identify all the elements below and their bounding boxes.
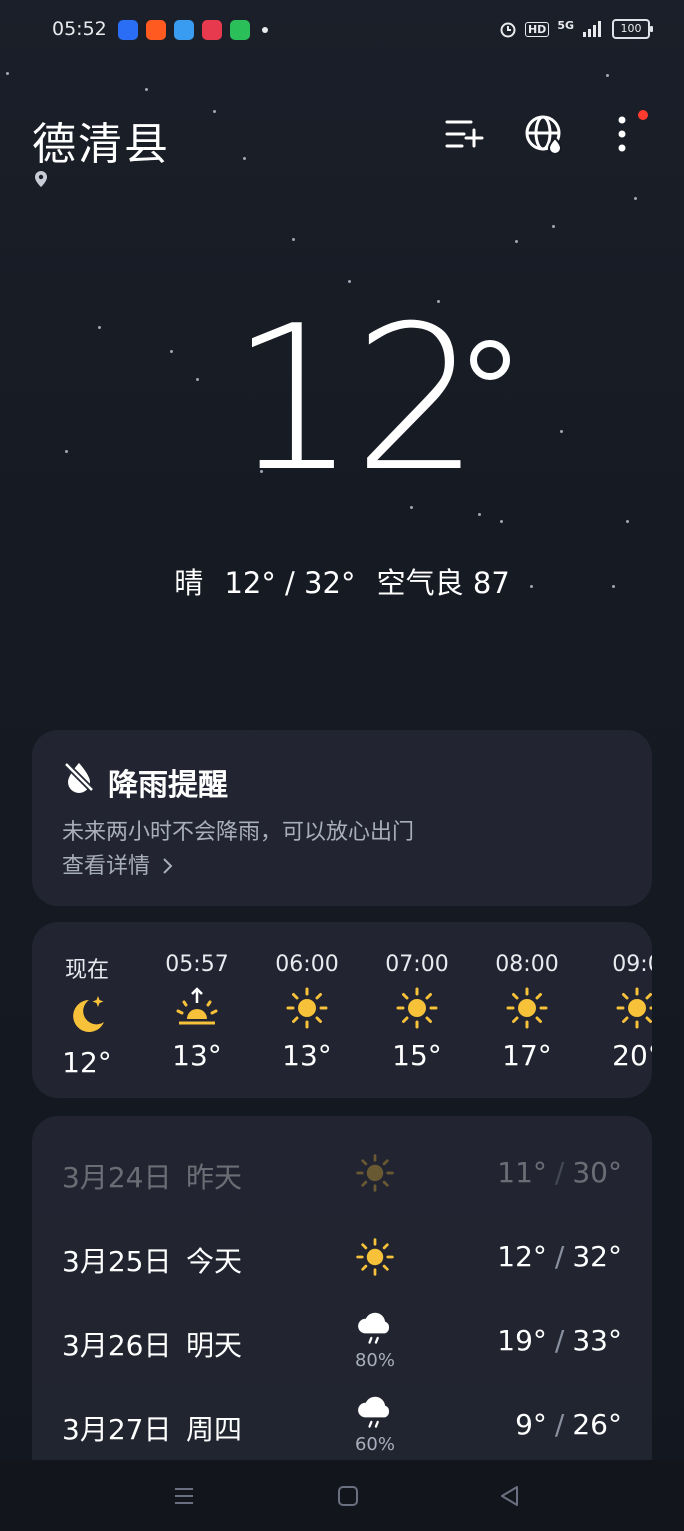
health-app-icon <box>202 20 222 40</box>
alarm-icon <box>500 22 516 38</box>
moon-star-icon <box>73 996 104 1032</box>
day-date: 3月24日 <box>62 1161 172 1194</box>
network-5g-label: 5G <box>557 19 574 32</box>
day-temp-range: 12°/32° <box>497 1240 622 1273</box>
degree-icon <box>470 340 510 380</box>
more-menu-icon <box>618 116 626 152</box>
no-rain-icon <box>63 761 95 793</box>
rain-alert-title: 降雨提醒 <box>108 768 228 803</box>
day-high: 33° <box>572 1324 622 1357</box>
status-indicators: HD 5G 100 <box>499 19 653 39</box>
day-temp-range: 9°/26° <box>515 1408 622 1441</box>
day-name: 今天 <box>186 1245 243 1278</box>
day-low: 12° <box>497 1240 547 1273</box>
cloud-rain-icon <box>358 1312 390 1344</box>
hour-time: 07:00 <box>385 952 449 977</box>
hour-temp: 12° <box>62 1046 112 1079</box>
hour-temp: 13° <box>172 1039 222 1072</box>
location-pin-icon <box>35 171 47 187</box>
more-menu-button[interactable] <box>600 112 644 156</box>
gift-app-icon <box>230 20 250 40</box>
day-temp-range: 11°/30° <box>497 1156 622 1189</box>
day-name: 周四 <box>186 1413 243 1446</box>
hour-temp: 15° <box>392 1039 442 1072</box>
cloud-rain-icon <box>358 1396 390 1428</box>
baidu-app-icon <box>118 20 138 40</box>
daily-forecast-card[interactable]: 3月24日 昨天 11°/30° 3月25日 今天 12°/32° 3月26日 … <box>32 1116 652 1460</box>
sun-icon <box>286 987 328 1029</box>
day-date: 3月27日 <box>62 1413 172 1446</box>
rain-alert-card[interactable]: 降雨提醒 未来两小时不会降雨，可以放心出门 查看详情 <box>32 730 652 906</box>
browser-app-icon <box>174 20 194 40</box>
status-bar: 05:52 HD 5G 100 <box>0 18 684 44</box>
current-temperature: 12 <box>230 283 480 516</box>
weather-condition: 晴 <box>174 566 204 600</box>
globe-weather-button[interactable] <box>522 112 566 156</box>
hourly-item[interactable]: 07:00 15° <box>362 952 472 1072</box>
daily-row-thursday[interactable]: 3月27日 周四 60% 9°/26° <box>32 1384 652 1460</box>
hourly-item[interactable]: 06:00 13° <box>252 952 362 1072</box>
day-temp-range: 19°/33° <box>497 1324 622 1357</box>
add-city-icon <box>445 120 484 148</box>
sunrise-icon <box>176 987 218 1025</box>
notification-dot <box>638 110 648 120</box>
hour-time: 现在 <box>64 958 109 983</box>
system-nav-bar <box>0 1460 684 1531</box>
hd-badge: HD <box>524 21 550 37</box>
rain-alert-description: 未来两小时不会降雨，可以放心出门 <box>62 820 415 845</box>
signal-icon <box>583 21 601 37</box>
hour-time: 06:00 <box>275 952 339 977</box>
hourly-item[interactable]: 05:57 13° <box>142 952 252 1072</box>
battery-icon: 100 <box>612 19 653 39</box>
hour-time: 09:0 <box>612 952 652 977</box>
day-low: 9° <box>515 1408 547 1441</box>
hour-temp: 17° <box>502 1039 552 1072</box>
hourly-forecast-card[interactable]: 现在 12° 05:57 13° 06:00 13° 07:00 15° 08:… <box>32 922 652 1098</box>
status-time: 05:52 <box>52 18 107 40</box>
precip-chance: 60% <box>354 1434 395 1455</box>
hourly-item[interactable]: 现在 12° <box>32 952 142 1079</box>
day-high: 30° <box>572 1156 622 1189</box>
sun-icon <box>356 1238 394 1276</box>
day-high: 32° <box>572 1240 622 1273</box>
recent-apps-icon[interactable] <box>170 1482 198 1510</box>
shopping-app-icon <box>146 20 166 40</box>
air-quality[interactable]: 空气良 87 <box>377 566 510 600</box>
day-date: 3月26日 <box>62 1329 172 1362</box>
sun-icon <box>616 987 652 1029</box>
sun-icon <box>396 987 438 1029</box>
home-icon[interactable] <box>334 1482 362 1510</box>
back-icon[interactable] <box>496 1482 524 1510</box>
hourly-item[interactable]: 08:00 17° <box>472 952 582 1072</box>
temperature-range: 12° / 32° <box>224 566 356 600</box>
chevron-right-icon <box>163 858 173 874</box>
sun-icon <box>356 1154 394 1192</box>
day-low: 11° <box>497 1156 547 1189</box>
add-city-button[interactable] <box>442 112 486 156</box>
day-low: 19° <box>497 1324 547 1357</box>
city-name[interactable]: 德清县 <box>32 108 170 172</box>
hour-temp: 20° <box>612 1039 652 1072</box>
view-details-label: 查看详情 <box>62 854 151 879</box>
weather-summary: 晴 12° / 32° 空气良 87 <box>0 560 684 602</box>
daily-row-yesterday[interactable]: 3月24日 昨天 11°/30° <box>32 1132 652 1216</box>
day-high: 26° <box>572 1408 622 1441</box>
sun-icon <box>506 987 548 1029</box>
globe-weather-icon <box>525 115 563 154</box>
day-name: 昨天 <box>186 1161 243 1194</box>
view-details-link[interactable]: 查看详情 <box>62 848 173 880</box>
day-name: 明天 <box>186 1329 243 1362</box>
hour-temp: 13° <box>282 1039 332 1072</box>
hour-time: 08:00 <box>495 952 559 977</box>
more-notifications-icon <box>262 27 268 33</box>
precip-chance: 80% <box>354 1350 395 1371</box>
hourly-item[interactable]: 09:0 20° <box>582 952 652 1072</box>
daily-row-tomorrow[interactable]: 3月26日 明天 80% 19°/33° <box>32 1300 652 1384</box>
day-date: 3月25日 <box>62 1245 172 1278</box>
hour-time: 05:57 <box>165 952 229 977</box>
daily-row-today[interactable]: 3月25日 今天 12°/32° <box>32 1216 652 1300</box>
